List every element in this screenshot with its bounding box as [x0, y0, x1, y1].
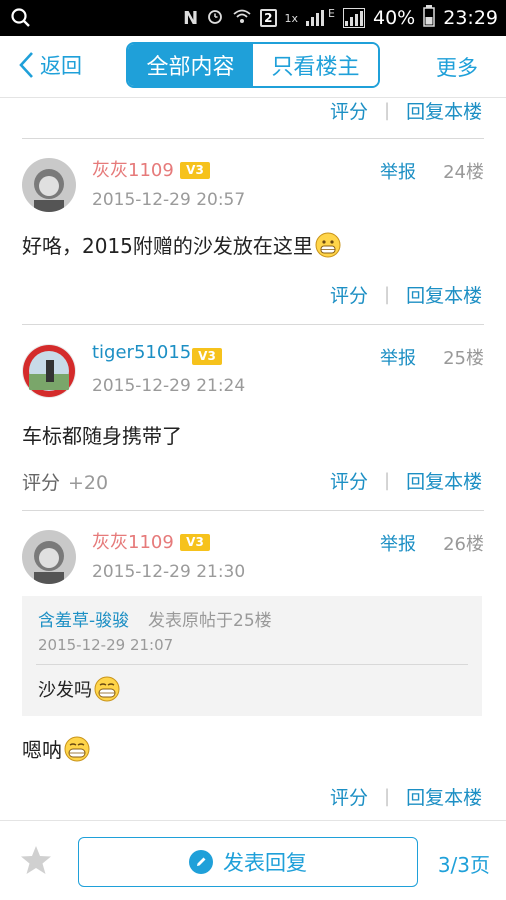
status-bar: N 2 1x E 40% 23:29: [0, 0, 506, 36]
reply-floor-button[interactable]: 回复本楼: [406, 783, 482, 810]
post-reply-label: 发表回复: [223, 851, 307, 875]
quote-date: 2015-12-29 21:07: [38, 636, 174, 654]
post-actions: 评分 | 回复本楼: [330, 281, 482, 308]
post-text: 车标都随身携带了: [22, 424, 182, 448]
thread-content: 评分 | 回复本楼 灰灰1109 V3 举报 24楼 2015-12-29 20…: [0, 98, 506, 820]
username[interactable]: tiger51015: [92, 342, 191, 363]
post-actions: 评分 | 回复本楼: [330, 98, 482, 124]
pencil-icon: [189, 850, 213, 874]
avatar[interactable]: [22, 530, 76, 584]
reply-floor-button[interactable]: 回复本楼: [406, 467, 482, 494]
rate-button[interactable]: 评分: [330, 783, 368, 810]
post-actions: 评分 | 回复本楼: [330, 783, 482, 810]
rating-summary: 评分 +20: [22, 468, 108, 495]
grin-emoji-icon: [94, 676, 120, 702]
bottom-bar: 发表回复 3/3页: [0, 820, 506, 900]
quote-body: 沙发吗: [38, 676, 120, 702]
chevron-left-icon: [19, 52, 33, 78]
quoted-post[interactable]: 含羞草-骏骏 发表原帖于25楼 2015-12-29 21:07 沙发吗: [22, 596, 482, 716]
post-body: 车标都随身携带了: [22, 420, 182, 449]
quote-note: 发表原帖于25楼: [148, 611, 272, 631]
battery-icon: [423, 4, 435, 32]
grin-emoji-icon: [315, 232, 341, 257]
n-notification-icon: N: [183, 7, 199, 29]
grin-emoji-icon: [64, 736, 90, 761]
rate-button[interactable]: 评分: [330, 281, 368, 308]
search-icon: [10, 7, 32, 33]
action-separator: |: [384, 785, 391, 807]
clock: 23:29: [443, 7, 498, 29]
wifi-icon: [232, 7, 252, 29]
avatar[interactable]: ​: [22, 344, 76, 398]
report-button[interactable]: 举报: [380, 344, 416, 370]
report-button[interactable]: 举报: [380, 158, 416, 184]
post-actions: 评分 | 回复本楼: [330, 467, 482, 494]
quote-text: 沙发吗: [38, 680, 92, 701]
divider: [22, 510, 484, 511]
network-type: E: [328, 6, 335, 20]
reply-floor-button[interactable]: 回复本楼: [406, 281, 482, 308]
tab-op-only[interactable]: 只看楼主: [253, 44, 378, 86]
signal-icon: [306, 10, 325, 26]
username[interactable]: 灰灰1109: [92, 528, 174, 554]
net-speed: 1x: [284, 11, 299, 25]
floor-number: 26楼: [443, 534, 484, 555]
level-badge: V3: [180, 162, 210, 179]
divider: [22, 324, 484, 325]
sim-badge: 2: [260, 9, 277, 27]
more-button[interactable]: 更多: [436, 52, 478, 82]
action-separator: |: [384, 283, 391, 305]
back-button[interactable]: 返回: [18, 50, 82, 80]
floor-number: 25楼: [443, 348, 484, 369]
favorite-star-icon[interactable]: [20, 845, 52, 879]
post-date: 2015-12-29 20:57: [92, 190, 246, 210]
divider: [22, 138, 484, 139]
post-text: 嗯呐: [22, 738, 62, 762]
page-indicator[interactable]: 3/3页: [438, 849, 490, 878]
back-label: 返回: [40, 54, 82, 78]
rate-button[interactable]: 评分: [330, 98, 368, 124]
post-body: 嗯呐: [22, 734, 90, 763]
quote-divider: [36, 664, 468, 665]
floor-number: 24楼: [443, 162, 484, 183]
action-separator: |: [384, 99, 391, 121]
post-date: 2015-12-29 21:24: [92, 376, 246, 396]
rate-button[interactable]: 评分: [330, 467, 368, 494]
nav-bar: 返回 全部内容 只看楼主 更多: [0, 36, 506, 98]
view-switcher: 全部内容 只看楼主: [126, 42, 380, 88]
level-badge: V3: [192, 348, 222, 365]
alarm-icon: [206, 7, 224, 29]
signal-icon-2: [343, 8, 365, 28]
action-separator: |: [384, 469, 391, 491]
post-date: 2015-12-29 21:30: [92, 562, 246, 582]
post-text: 好咯，2015附赠的沙发放在这里: [22, 234, 313, 258]
reply-floor-button[interactable]: 回复本楼: [406, 98, 482, 124]
post-reply-button[interactable]: 发表回复: [78, 837, 418, 887]
rating-value: +20: [68, 472, 109, 494]
battery-percent: 40%: [373, 7, 416, 29]
avatar[interactable]: [22, 158, 76, 212]
username[interactable]: 灰灰1109: [92, 156, 174, 182]
quote-author[interactable]: 含羞草-骏骏: [38, 606, 129, 631]
tab-all-content[interactable]: 全部内容: [128, 44, 253, 86]
report-button[interactable]: 举报: [380, 530, 416, 556]
post-body: 好咯，2015附赠的沙发放在这里: [22, 230, 341, 259]
level-badge: V3: [180, 534, 210, 551]
rating-label: 评分: [22, 472, 61, 494]
